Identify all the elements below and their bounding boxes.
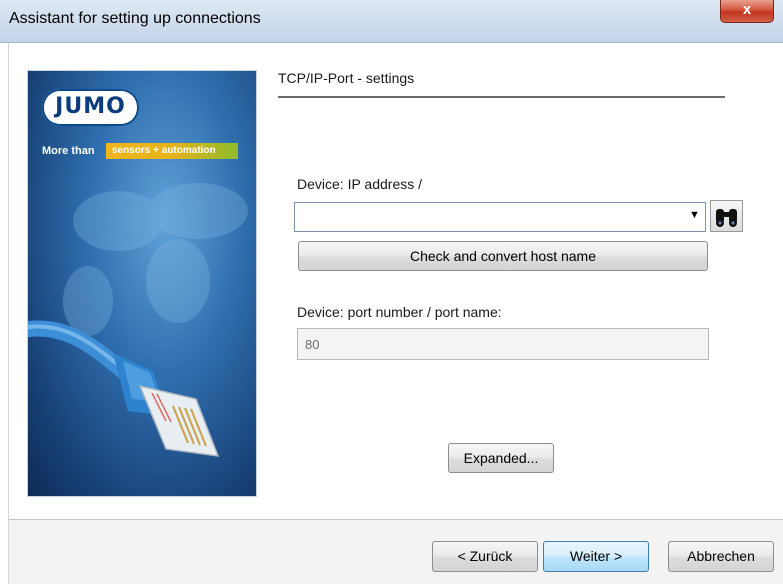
back-button[interactable]: < Zurück xyxy=(432,541,538,572)
footer-divider xyxy=(9,519,783,520)
title-bar: Assistant for setting up connections x xyxy=(0,0,783,43)
dialog-footer xyxy=(9,520,783,584)
close-button[interactable]: x xyxy=(720,0,774,23)
window-left-edge xyxy=(8,43,9,584)
section-title: TCP/IP-Port - settings xyxy=(278,70,415,86)
banner-tag-chip: sensors + automation xyxy=(106,143,238,159)
next-button[interactable]: Weiter > xyxy=(543,541,649,572)
ip-address-combobox[interactable]: ▼ xyxy=(294,202,706,232)
port-label: Device: port number / port name: xyxy=(297,304,502,320)
port-field[interactable]: 80 xyxy=(297,328,709,360)
chevron-down-icon[interactable]: ▼ xyxy=(689,209,701,225)
binoculars-icon xyxy=(716,209,737,227)
ip-address-label: Device: IP address / xyxy=(297,176,423,192)
window-title: Assistant for setting up connections xyxy=(9,10,261,27)
cancel-button[interactable]: Abbrechen xyxy=(668,541,774,572)
close-icon: x xyxy=(742,1,752,18)
world-map-and-cable-illustration xyxy=(28,183,248,457)
check-convert-hostname-button[interactable]: Check and convert host name xyxy=(298,241,708,271)
search-host-button[interactable] xyxy=(710,200,743,232)
wizard-banner-image: JUMO More than sensors + automation xyxy=(27,70,257,497)
banner-tagline: More than xyxy=(42,145,95,157)
section-divider xyxy=(278,96,725,98)
jumo-logo: JUMO xyxy=(42,89,139,126)
expanded-button[interactable]: Expanded... xyxy=(448,443,554,473)
